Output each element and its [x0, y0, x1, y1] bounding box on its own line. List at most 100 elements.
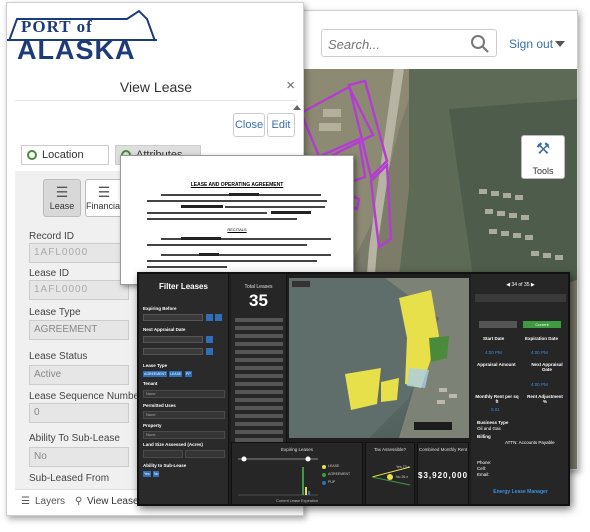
tab-layers[interactable]: Layers	[35, 496, 65, 507]
detail-pager[interactable]: ◀ 34 of 35 ▶	[471, 282, 568, 288]
appraisal-amount-label: Appraisal Amount	[477, 362, 516, 367]
combined-rent-value: $3,920,000	[418, 471, 469, 480]
lease-list-row[interactable]	[235, 342, 283, 346]
tab-view-lease[interactable]: View Lease	[87, 496, 139, 507]
search-icon[interactable]	[470, 34, 490, 54]
filter-property-select[interactable]: None	[143, 431, 225, 439]
lease-sequence-field[interactable]: 0	[29, 403, 129, 423]
total-leases-value: 35	[249, 291, 268, 310]
map-toolbar[interactable]	[291, 280, 311, 288]
lease-list-row[interactable]	[235, 366, 283, 370]
tab-location[interactable]: Location	[21, 145, 109, 165]
lease-status-label: Lease Status	[29, 351, 88, 362]
total-leases-label: Total Leases	[244, 284, 273, 290]
expiring-leases-card: Expiring Leases LEASE AGREEMENT PUP Curr…	[231, 442, 363, 504]
search-box[interactable]	[321, 29, 497, 57]
section-lease-button[interactable]: ☰ Lease	[43, 179, 81, 217]
lease-list-row[interactable]	[235, 398, 283, 402]
document-redaction	[181, 205, 223, 208]
section-financial-label: Financial	[86, 201, 123, 211]
filter-panel: Filter Leases Expiring Before Next Appra…	[139, 274, 229, 504]
section-financial-button[interactable]: ☰ Financial	[85, 179, 123, 217]
edit-button[interactable]: Edit	[267, 113, 295, 137]
rent-adjustment-label: Rent Adjustment %	[527, 394, 563, 404]
lease-list-row[interactable]	[235, 422, 283, 426]
document-text-line	[225, 206, 325, 208]
lease-list-row[interactable]	[235, 414, 283, 418]
expiration-label: Expiration Date	[525, 336, 559, 341]
lease-detail-panel: ◀ 34 of 35 ▶ Current Start Date 4:00 PM …	[471, 274, 568, 504]
filter-permitted-label: Permitted Uses	[143, 403, 176, 408]
lease-list-row[interactable]	[235, 390, 283, 394]
lease-status-field[interactable]: Active	[29, 365, 129, 385]
document-title: LEASE AND OPERATING AGREEMENT	[190, 182, 284, 188]
document-text-line	[147, 260, 317, 262]
lease-list-row[interactable]	[235, 358, 283, 362]
lease-list-row[interactable]	[235, 382, 283, 386]
filter-tenant-label: Tenant	[143, 381, 158, 386]
subleased-from-label: Sub-Leased From	[29, 473, 110, 484]
calendar-icon[interactable]	[206, 336, 213, 343]
filter-expiring-input[interactable]	[143, 314, 203, 321]
clear-icon[interactable]	[215, 314, 222, 321]
chip-no[interactable]: No	[153, 471, 160, 477]
close-icon[interactable]: ×	[286, 77, 295, 94]
lease-list-row[interactable]	[235, 430, 283, 434]
list-icon: ☰	[97, 184, 111, 200]
filter-appraisal-input[interactable]	[143, 336, 203, 343]
tab-location-label: Location	[42, 149, 84, 161]
business-type-value: Oil and Gas	[477, 426, 501, 431]
document-text-line	[147, 244, 307, 246]
energy-lease-manager-link[interactable]: Energy Lease Manager	[471, 489, 568, 495]
expiring-xlabel: Current Lease Expiration	[276, 499, 318, 503]
email-label: Email:	[477, 472, 490, 477]
lease-list-row[interactable]	[235, 406, 283, 410]
lease-type-label: Lease Type	[29, 307, 81, 318]
lease-list-row[interactable]	[235, 318, 283, 322]
monthly-rent-label: Monthly Rent per sq ft	[475, 394, 519, 404]
port-of-alaska-logo: PORT of ALASKA	[7, 3, 303, 73]
combined-rent-title: Combined Monthly Rent	[418, 447, 468, 452]
filter-landsize-min[interactable]	[143, 450, 183, 458]
calendar-icon[interactable]	[206, 314, 213, 321]
pager-text: 34 of 35	[511, 282, 530, 288]
chip-pp[interactable]: PP	[185, 371, 192, 377]
lease-list-row[interactable]	[235, 326, 283, 330]
filter-title: Filter Leases	[159, 282, 208, 291]
close-button[interactable]: Close	[233, 113, 265, 137]
filter-permitted-select[interactable]: None	[143, 411, 225, 419]
lease-list-row[interactable]	[235, 374, 283, 378]
signout-link[interactable]: Sign out	[509, 37, 553, 51]
chevron-down-icon[interactable]	[555, 41, 565, 47]
filter-landsize-max[interactable]	[185, 450, 225, 458]
map-header: Sign out	[299, 11, 577, 69]
document-text-line	[147, 218, 297, 220]
chip-yes[interactable]: Yes	[143, 471, 151, 477]
monthly-rent-value: 0.01	[491, 407, 500, 412]
lease-list-row[interactable]	[235, 350, 283, 354]
scroll-up-arrow-icon[interactable]	[293, 105, 301, 110]
billing-label: Billing	[477, 434, 491, 439]
sublease-ability-field[interactable]: No	[29, 447, 129, 467]
filter-tenant-select[interactable]: None	[143, 390, 225, 398]
calendar-icon[interactable]	[206, 348, 213, 355]
expiration-time-value: 4:00 PM	[531, 350, 548, 355]
tools-button[interactable]: ⚒ Tools	[521, 135, 565, 179]
filter-property-label: Property	[143, 423, 162, 428]
business-type-label: Business Type	[477, 420, 509, 425]
tax-no-label: No 26.x	[396, 475, 409, 479]
dashboard-map[interactable]	[289, 278, 469, 438]
legend-dot-agreement	[322, 473, 326, 477]
filter-appraisal-input-2[interactable]	[143, 348, 203, 355]
start-date-label: Start Date	[483, 336, 505, 341]
chip-lease[interactable]: LEASE	[169, 371, 183, 377]
document-recitals: RECITALS	[227, 227, 247, 232]
start-time-value: 4:00 PM	[485, 350, 502, 355]
lease-list-row[interactable]	[235, 334, 283, 338]
chip-agreement[interactable]: AGREEMENT	[143, 371, 168, 377]
document-text-line	[161, 254, 331, 256]
magnify-icon: ⚲	[75, 496, 83, 507]
lease-type-field[interactable]: AGREEMENT	[29, 320, 129, 340]
search-input[interactable]	[328, 34, 468, 54]
billing-value: ATTN: Accounts Payable	[505, 440, 555, 445]
